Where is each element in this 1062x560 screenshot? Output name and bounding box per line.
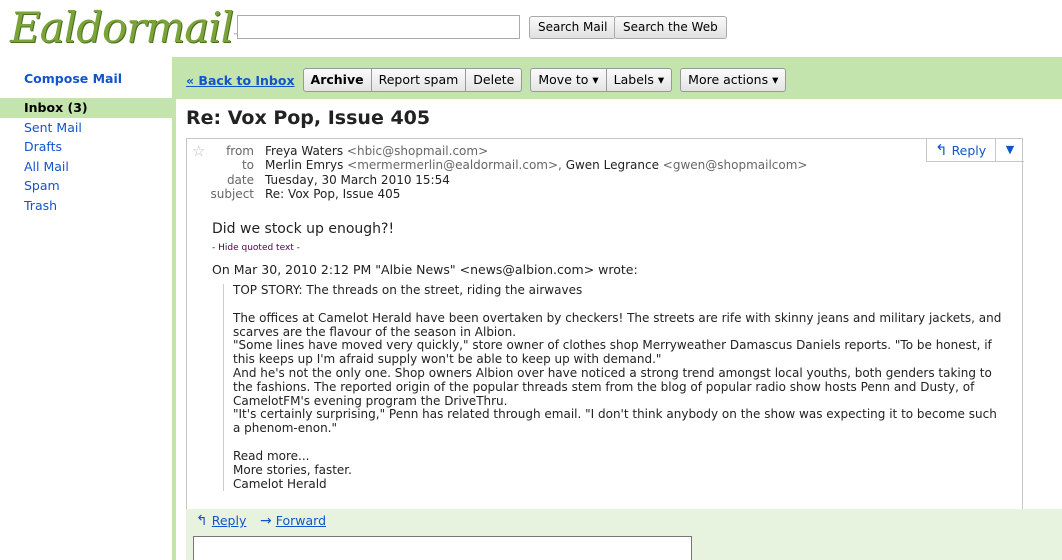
archive-button[interactable]: Archive xyxy=(302,68,372,92)
report-spam-button[interactable]: Report spam xyxy=(370,68,467,92)
footer-reply-link[interactable]: ↰ Reply xyxy=(196,513,246,529)
date-label: date xyxy=(226,173,254,187)
search-mail-button[interactable]: Search Mail xyxy=(529,16,617,39)
quoted-paragraph: Read more... More stories, faster. Camel… xyxy=(233,448,352,491)
to-value: Merlin Emrys <mermermerlin@ealdormail.co… xyxy=(265,158,807,173)
delete-button[interactable]: Delete xyxy=(465,68,523,92)
quoted-text: TOP STORY: The threads on the street, ri… xyxy=(223,283,1003,492)
search-input[interactable] xyxy=(237,15,520,39)
action-button-group: Archive Report spam Delete xyxy=(302,68,523,92)
quoted-paragraph: The offices at Camelot Herald have been … xyxy=(233,310,1002,436)
footer-forward-link[interactable]: → Forward xyxy=(260,513,326,529)
footer-forward-label: Forward xyxy=(275,513,327,528)
reply-split-button: ↰ Reply ▼ xyxy=(926,139,1024,162)
page-title: Re: Vox Pop, Issue 405 xyxy=(186,107,431,129)
message-toolbar: « Back to Inbox Archive Report spam Dele… xyxy=(186,68,794,92)
from-value: Freya Waters <hbic@shopmail.com> xyxy=(265,144,488,159)
reply-button[interactable]: ↰ Reply xyxy=(927,139,996,161)
to-name-2: Gwen Legrance xyxy=(565,158,659,172)
labels-dropdown[interactable]: Labels ▾ xyxy=(605,68,673,92)
more-actions-dropdown[interactable]: More actions ▾ xyxy=(680,68,787,92)
frame-left-border xyxy=(172,57,176,560)
reply-arrow-icon: ↰ xyxy=(935,141,948,159)
reply-options-chevron-icon[interactable]: ▼ xyxy=(996,139,1024,161)
sidebar-item-all-mail[interactable]: All Mail xyxy=(0,157,172,177)
sidebar-item-spam[interactable]: Spam xyxy=(0,176,172,196)
ealdormail-logo[interactable]: Ealdormail™ xyxy=(10,3,240,52)
logo-text: Ealdormail xyxy=(10,3,234,52)
sidebar-nav: Inbox (3) Sent Mail Drafts All Mail Spam… xyxy=(0,98,172,216)
sidebar-item-drafts[interactable]: Drafts xyxy=(0,137,172,157)
message-body-first-line: Did we stock up enough?! xyxy=(212,221,395,237)
sidebar-item-inbox[interactable]: Inbox (3) xyxy=(0,98,172,118)
move-to-dropdown[interactable]: Move to ▾ xyxy=(530,68,607,92)
forward-arrow-icon: → xyxy=(260,513,272,529)
to-label: to xyxy=(241,158,254,172)
footer-reply-label: Reply xyxy=(211,513,247,528)
to-address-2: <gwen@shopmailcom> xyxy=(662,158,808,172)
from-name: Freya Waters xyxy=(265,144,344,158)
date-value: Tuesday, 30 March 2010 15:54 xyxy=(265,173,450,187)
back-to-inbox-link[interactable]: « Back to Inbox xyxy=(186,73,295,88)
sidebar-item-trash[interactable]: Trash xyxy=(0,196,172,216)
message-card: ☆ from Freya Waters <hbic@shopmail.com> … xyxy=(186,138,1024,510)
more-actions-group: More actions ▾ xyxy=(680,68,787,92)
compose-mail-link[interactable]: Compose Mail xyxy=(24,71,122,86)
quick-reply-textarea[interactable] xyxy=(193,536,692,560)
hide-quoted-text-link[interactable]: - Hide quoted text - xyxy=(212,243,300,253)
move-labels-group: Move to ▾ Labels ▾ xyxy=(530,68,673,92)
reply-label: Reply xyxy=(951,143,987,158)
from-address: <hbic@shopmail.com> xyxy=(346,144,489,158)
quoted-paragraph: TOP STORY: The threads on the street, ri… xyxy=(233,283,583,297)
from-label: from xyxy=(226,144,254,158)
sidebar-item-sent-mail[interactable]: Sent Mail xyxy=(0,118,172,138)
subject-label: subject xyxy=(210,187,255,201)
reply-arrow-icon: ↰ xyxy=(196,513,208,529)
search-web-button[interactable]: Search the Web xyxy=(614,16,727,39)
quote-attribution: On Mar 30, 2010 2:12 PM "Albie News" <ne… xyxy=(212,262,638,277)
subject-value: Re: Vox Pop, Issue 405 xyxy=(265,187,401,201)
to-name-1: Merlin Emrys xyxy=(265,158,344,172)
to-address-1: <mermermerlin@ealdormail.com>, xyxy=(347,158,562,172)
